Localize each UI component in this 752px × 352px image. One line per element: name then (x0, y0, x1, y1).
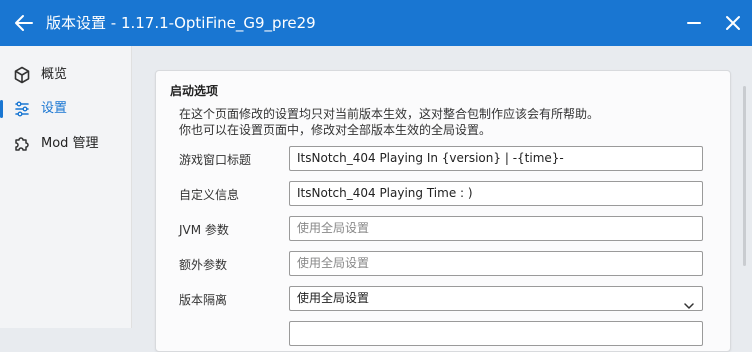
sidebar: 概览 设置 Mod 管理 (0, 46, 132, 328)
custom-info-input[interactable]: ItsNotch_404 Playing Time : ) (289, 181, 703, 206)
sidebar-item-label: 概览 (41, 67, 68, 82)
section-heading: 启动选项 (170, 84, 219, 98)
active-indicator (0, 100, 3, 118)
scrollbar-thumb[interactable] (743, 86, 746, 266)
window-title: 版本设置 - 1.17.1-OptiFine_G9_pre29 (46, 14, 316, 32)
extra-args-input[interactable]: 使用全局设置 (289, 251, 703, 276)
version-isolation-select[interactable]: 使用全局设置 (289, 286, 703, 311)
settings-bars-icon (13, 100, 31, 118)
launch-options-card: 启动选项 在这个页面修改的设置均只对当前版本生效，这对整合包制作应该会有所帮助。… (155, 70, 731, 352)
back-arrow-icon[interactable] (12, 11, 36, 35)
next-option-input[interactable] (289, 321, 703, 346)
cube-icon (13, 66, 31, 84)
chevron-down-icon (684, 295, 694, 309)
window-title-label: 游戏窗口标题 (179, 153, 252, 167)
extra-args-label: 额外参数 (179, 258, 228, 272)
window-title-input[interactable]: ItsNotch_404 Playing In {version} | -{ti… (289, 146, 703, 171)
main-content: 启动选项 在这个页面修改的设置均只对当前版本生效，这对整合包制作应该会有所帮助。… (132, 46, 752, 352)
jvm-args-input[interactable]: 使用全局设置 (289, 216, 703, 241)
sidebar-item-label: 设置 (41, 101, 68, 116)
selected-value: 使用全局设置 (297, 291, 370, 305)
close-icon[interactable] (723, 13, 743, 33)
puzzle-icon (13, 135, 31, 153)
minimize-icon[interactable] (684, 13, 704, 33)
sidebar-item-label: Mod 管理 (41, 136, 99, 151)
custom-info-label: 自定义信息 (179, 188, 240, 202)
section-description: 在这个页面修改的设置均只对当前版本生效，这对整合包制作应该会有所帮助。 (179, 107, 600, 121)
section-description: 你也可以在设置页面中，修改对全部版本生效的全局设置。 (179, 123, 492, 137)
sidebar-item-mod-management[interactable]: Mod 管理 (0, 129, 131, 159)
sidebar-item-settings[interactable]: 设置 (0, 94, 131, 124)
sidebar-item-overview[interactable]: 概览 (0, 60, 131, 90)
scrollbar[interactable] (740, 46, 748, 316)
jvm-args-label: JVM 参数 (179, 223, 229, 237)
title-bar: 版本设置 - 1.17.1-OptiFine_G9_pre29 (0, 0, 752, 46)
version-isolation-label: 版本隔离 (179, 293, 228, 307)
